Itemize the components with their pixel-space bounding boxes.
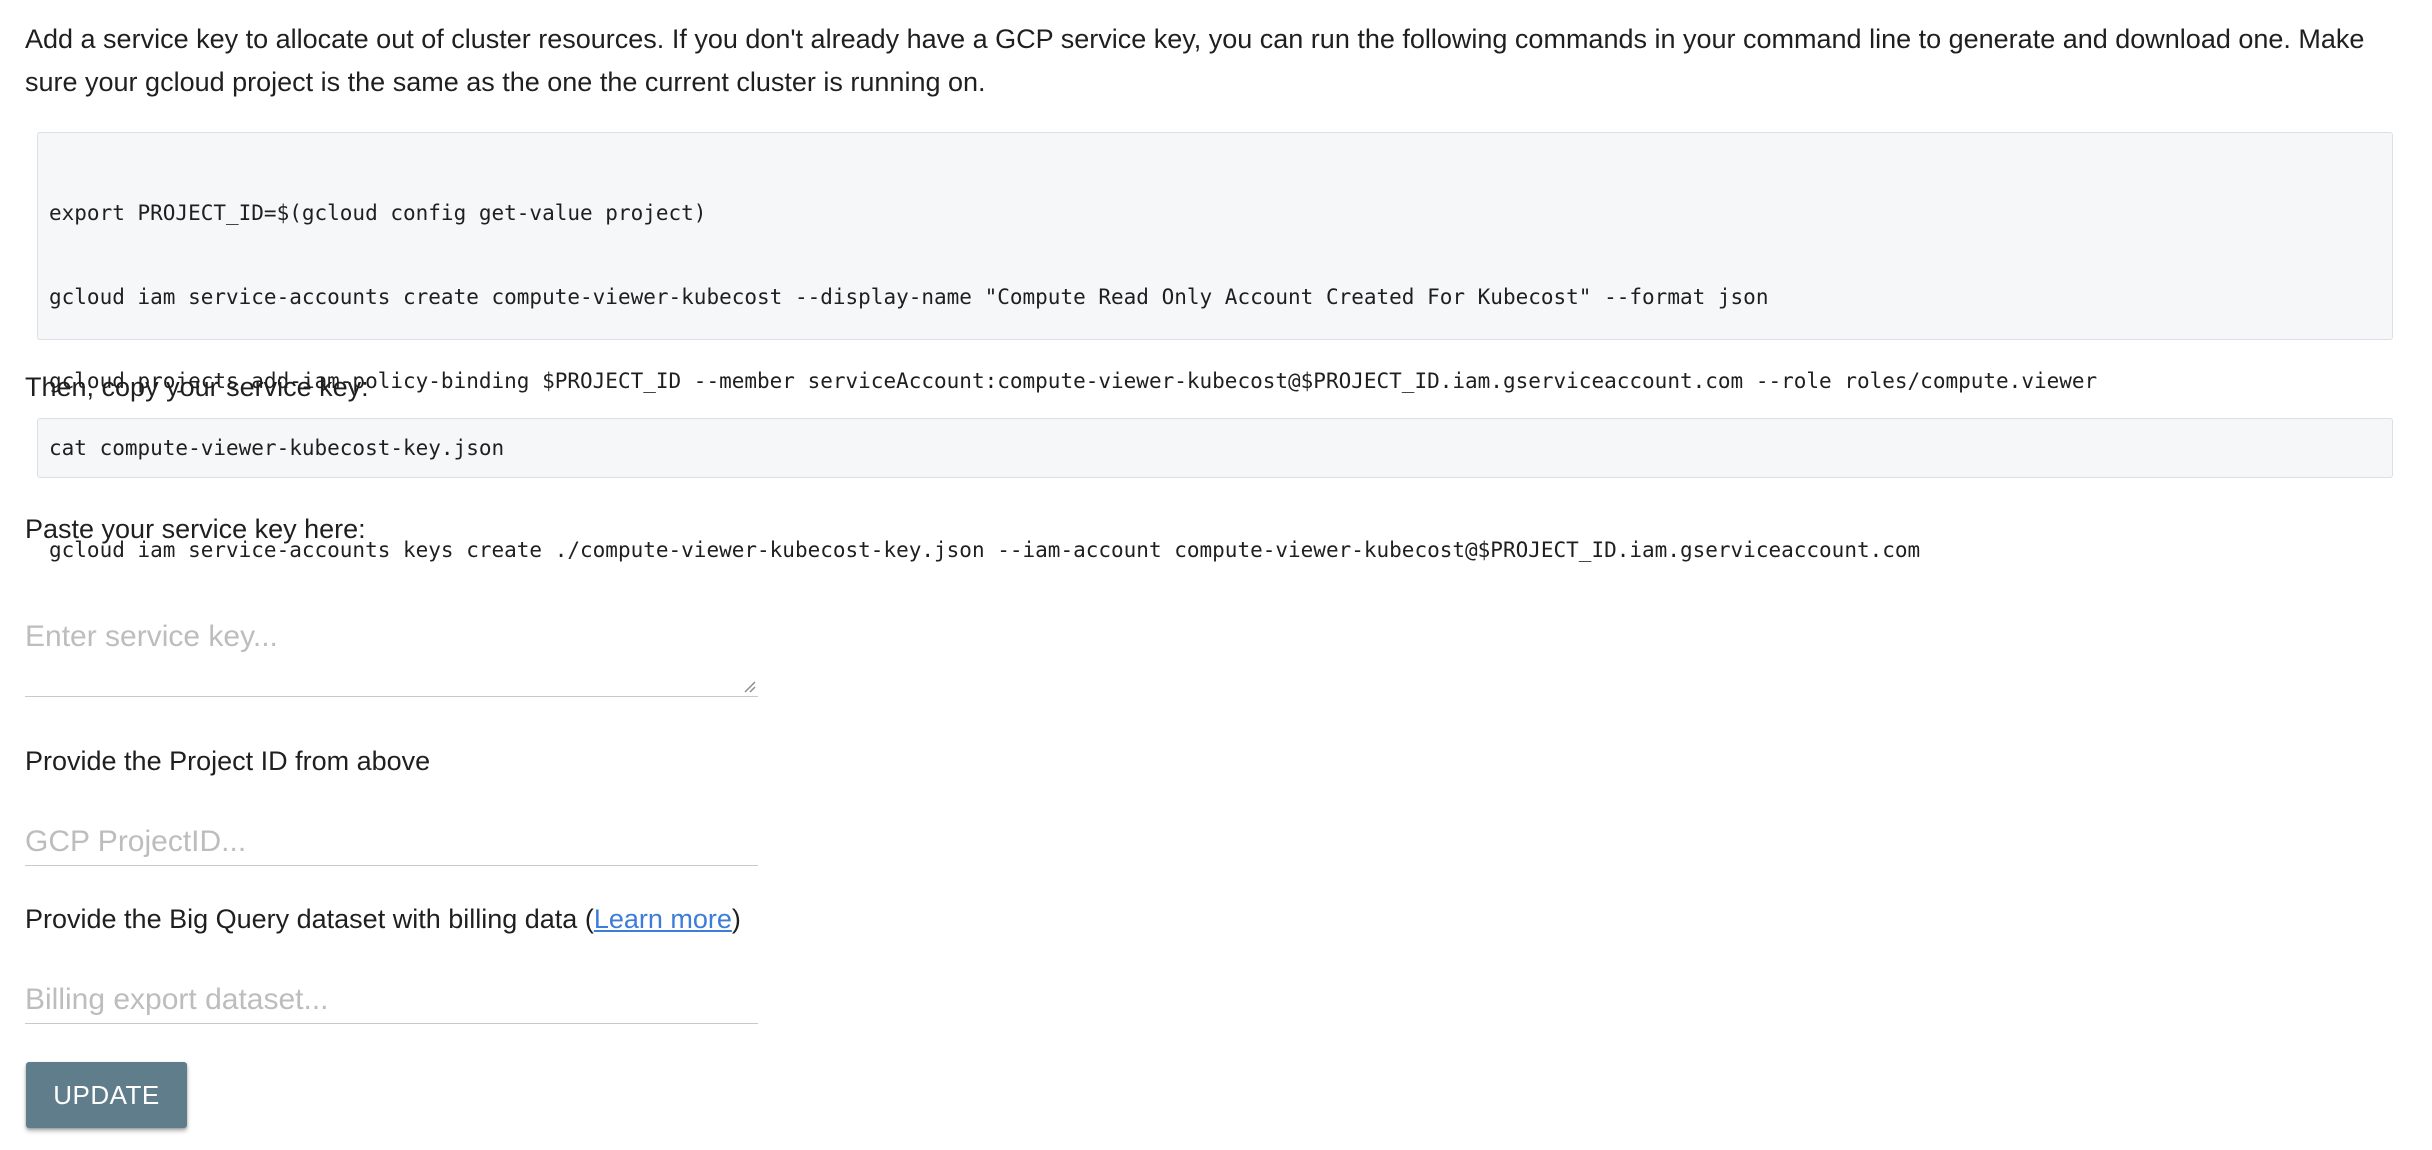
billing-dataset-input[interactable] [25, 976, 758, 1024]
service-key-label: Paste your service key here: [25, 514, 366, 544]
project-id-input[interactable] [25, 818, 758, 866]
learn-more-link[interactable]: Learn more [594, 904, 732, 934]
gcloud-commands-code-block: export PROJECT_ID=$(gcloud config get-va… [37, 132, 2393, 562]
code-line: export PROJECT_ID=$(gcloud config get-va… [49, 201, 707, 225]
copy-key-label: Then, copy your service key: [25, 372, 369, 402]
update-button[interactable]: UPDATE [26, 1062, 187, 1128]
gcp-service-key-form: Add a service key to allocate out of clu… [0, 0, 2432, 1150]
copy-key-code-block: cat compute-viewer-kubecost-key.json [37, 418, 2393, 478]
code-line: gcloud iam service-accounts keys create … [49, 537, 1921, 562]
billing-dataset-label-suffix: ) [731, 904, 741, 934]
billing-dataset-label-prefix: Provide the Big Query dataset with billi… [25, 904, 594, 934]
billing-dataset-label: Provide the Big Query dataset with billi… [25, 901, 741, 937]
code-line: gcloud iam service-accounts create compu… [49, 285, 1769, 310]
code-line: gcloud projects add-iam-policy-binding $… [49, 369, 2098, 394]
intro-text: Add a service key to allocate out of clu… [25, 24, 2365, 97]
project-id-label: Provide the Project ID from above [25, 746, 431, 776]
service-key-field-wrapper [25, 600, 758, 697]
service-key-textarea[interactable] [25, 600, 758, 696]
resize-handle-icon[interactable] [742, 679, 756, 693]
